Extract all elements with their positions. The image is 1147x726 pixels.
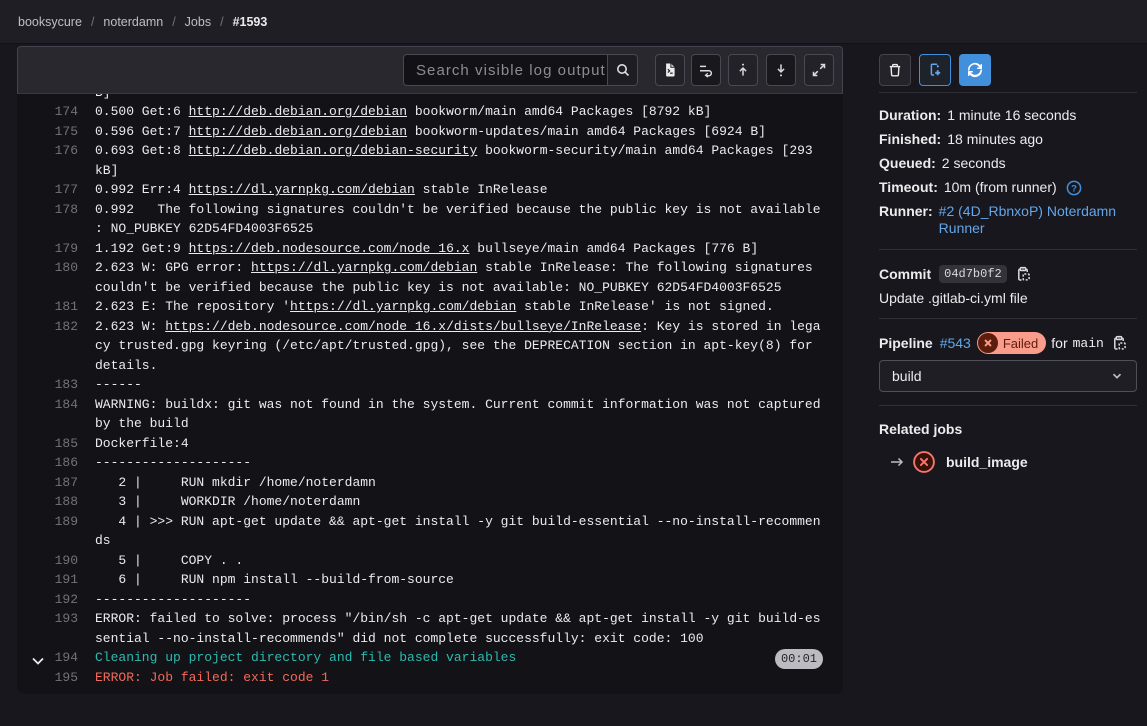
svg-text:?: ? [1071, 183, 1077, 194]
